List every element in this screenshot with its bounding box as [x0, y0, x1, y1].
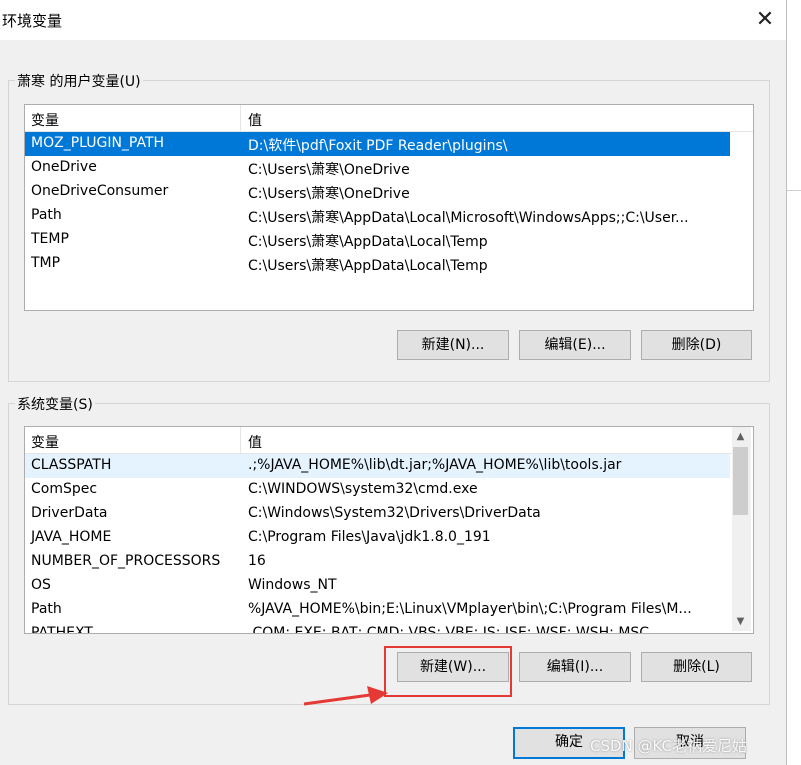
variable-value: C:\Users\萧寒\AppData\Local\Microsoft\Wind… [248, 210, 689, 226]
table-row[interactable]: Path %JAVA_HOME%\bin;E:\Linux\VMplayer\b… [25, 598, 730, 622]
variable-name: Path [31, 207, 62, 223]
variable-name: Path [31, 601, 62, 617]
table-row[interactable]: DriverData C:\Windows\System32\Drivers\D… [25, 502, 730, 526]
scroll-up-icon[interactable]: ▲ [732, 428, 749, 445]
system-delete-button[interactable]: 删除(L) [641, 652, 752, 682]
variable-name: OneDrive [31, 159, 97, 175]
variable-value: .COM;.EXE;.BAT;.CMD;.VBS;.VBE;.JS;.JSE;.… [248, 625, 650, 634]
variable-name: NUMBER_OF_PROCESSORS [31, 553, 221, 569]
user-new-button[interactable]: 新建(N)... [397, 330, 509, 360]
variable-name: PATHEXT [31, 625, 93, 634]
scroll-down-icon[interactable]: ▼ [732, 613, 749, 630]
variable-name: ComSpec [31, 481, 98, 497]
user-edit-button[interactable]: 编辑(E)... [519, 330, 631, 360]
column-header-value[interactable]: 值 [248, 110, 262, 130]
variable-value: C:\Users\萧寒\OneDrive [248, 162, 410, 178]
table-row[interactable]: PATHEXT .COM;.EXE;.BAT;.CMD;.VBS;.VBE;.J… [25, 622, 730, 634]
variable-name: MOZ_PLUGIN_PATH [31, 135, 165, 151]
variable-value: C:\WINDOWS\system32\cmd.exe [248, 481, 478, 497]
variable-name: DriverData [31, 505, 108, 521]
window-title: 环境变量 [2, 12, 63, 30]
variable-value: .;%JAVA_HOME%\lib\dt.jar;%JAVA_HOME%\lib… [248, 457, 622, 473]
system-variables-label: 系统变量(S) [15, 394, 95, 414]
variable-value: C:\Program Files\Java\jdk1.8.0_191 [248, 529, 491, 545]
variable-name: JAVA_HOME [31, 529, 112, 545]
column-separator[interactable] [240, 105, 241, 131]
variable-value: C:\Users\萧寒\AppData\Local\Temp [248, 234, 488, 250]
highlight-box [384, 646, 512, 697]
column-header-name[interactable]: 变量 [31, 110, 59, 130]
vertical-scrollbar[interactable]: ▲ ▼ [732, 427, 751, 631]
background-window [787, 0, 801, 765]
variable-value: C:\Users\萧寒\AppData\Local\Temp [248, 258, 488, 274]
variable-value: D:\软件\pdf\Foxit PDF Reader\plugins\ [248, 138, 508, 154]
column-separator[interactable] [240, 427, 241, 453]
table-row[interactable]: TMP C:\Users\萧寒\AppData\Local\Temp [25, 252, 730, 276]
table-row[interactable]: NUMBER_OF_PROCESSORS 16 [25, 550, 730, 574]
column-header-name[interactable]: 变量 [31, 432, 59, 452]
variable-value: C:\Windows\System32\Drivers\DriverData [248, 505, 541, 521]
variable-value: C:\Users\萧寒\OneDrive [248, 186, 410, 202]
user-delete-button[interactable]: 删除(D) [641, 330, 752, 360]
table-row[interactable]: TEMP C:\Users\萧寒\AppData\Local\Temp [25, 228, 730, 252]
user-variables-label: 萧寒 的用户变量(U) [15, 71, 143, 91]
list-header: 变量 值 [25, 105, 753, 132]
variable-value: 16 [248, 553, 266, 569]
table-row[interactable]: OS Windows_NT [25, 574, 730, 598]
table-row[interactable]: OneDrive C:\Users\萧寒\OneDrive [25, 156, 730, 180]
list-header: 变量 值 [25, 427, 732, 454]
table-row[interactable]: MOZ_PLUGIN_PATH D:\软件\pdf\Foxit PDF Read… [25, 132, 730, 156]
table-row[interactable]: ComSpec C:\WINDOWS\system32\cmd.exe [25, 478, 730, 502]
watermark: CSDN @KC老衲爱尼姑 [590, 737, 748, 755]
table-row[interactable]: OneDriveConsumer C:\Users\萧寒\OneDrive [25, 180, 730, 204]
table-row[interactable]: JAVA_HOME C:\Program Files\Java\jdk1.8.0… [25, 526, 730, 550]
table-row[interactable]: Path C:\Users\萧寒\AppData\Local\Microsoft… [25, 204, 730, 228]
scroll-thumb[interactable] [733, 447, 748, 515]
variable-name: OneDriveConsumer [31, 183, 169, 199]
table-row[interactable]: CLASSPATH .;%JAVA_HOME%\lib\dt.jar;%JAVA… [25, 454, 730, 478]
variable-name: OS [31, 577, 51, 593]
variable-name: TEMP [31, 231, 69, 247]
variable-value: %JAVA_HOME%\bin;E:\Linux\VMplayer\bin\;C… [248, 601, 692, 617]
variable-name: CLASSPATH [31, 457, 112, 473]
system-edit-button[interactable]: 编辑(I)... [519, 652, 631, 682]
variable-value: Windows_NT [248, 577, 337, 593]
close-icon[interactable]: ✕ [749, 4, 781, 36]
system-variables-list[interactable]: 变量 值 CLASSPATH .;%JAVA_HOME%\lib\dt.jar;… [24, 426, 754, 634]
annotation-arrow-icon [303, 686, 388, 706]
user-variables-list[interactable]: 变量 值 MOZ_PLUGIN_PATH D:\软件\pdf\Foxit PDF… [24, 104, 754, 311]
title-bar: 环境变量 ✕ [0, 0, 786, 40]
variable-name: TMP [31, 255, 61, 271]
column-header-value[interactable]: 值 [248, 432, 262, 452]
divider [787, 190, 801, 191]
